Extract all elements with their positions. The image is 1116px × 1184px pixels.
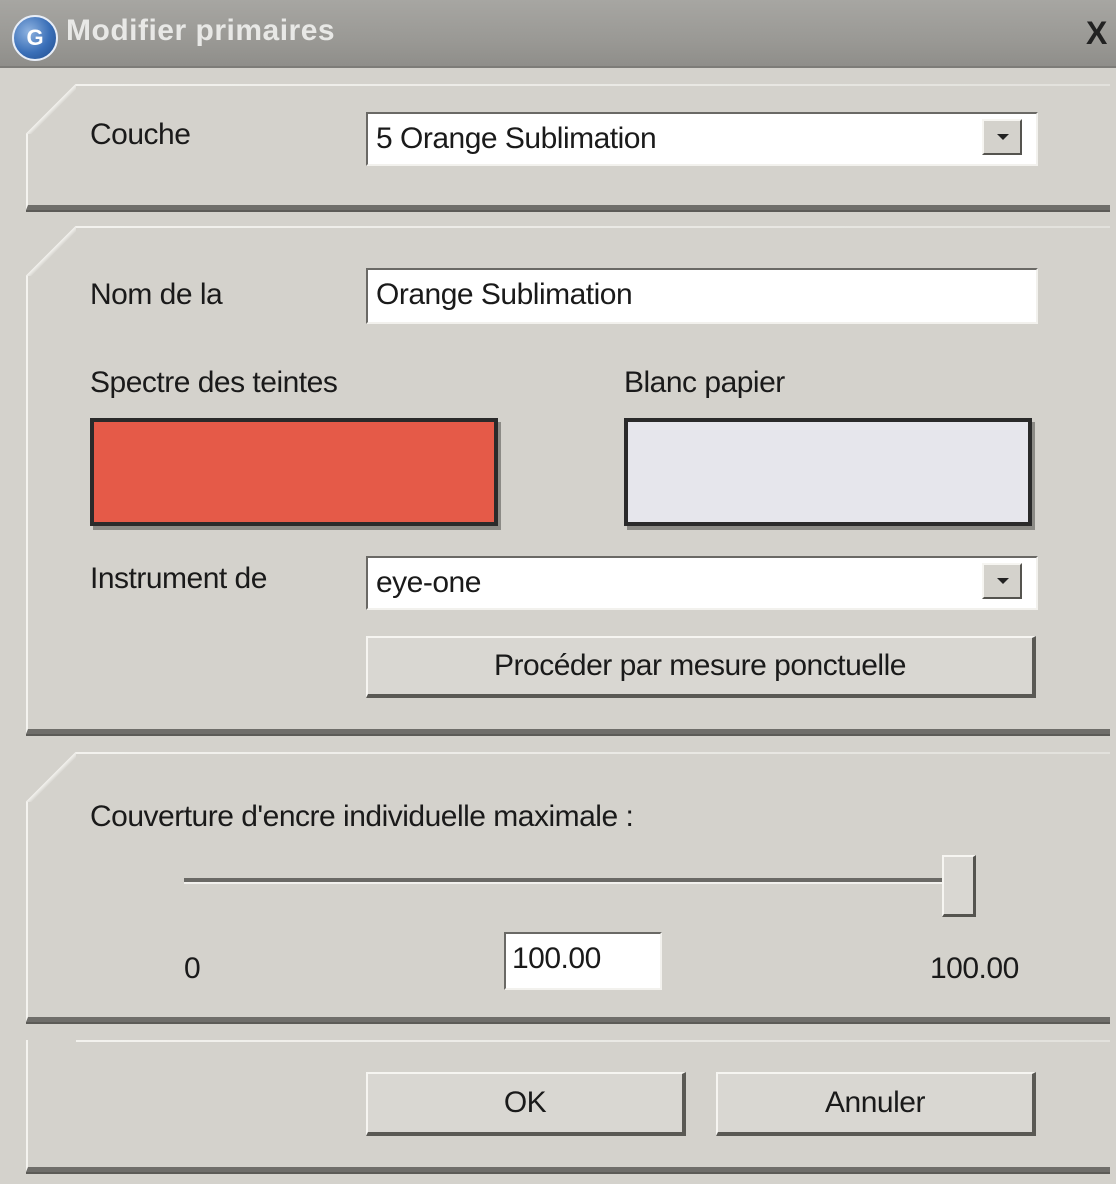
- coverage-min-label: 0: [184, 952, 201, 985]
- spectrum-swatch[interactable]: [90, 418, 498, 526]
- layer-select[interactable]: 5 Orange Sublimation: [366, 112, 1038, 166]
- coverage-slider-track[interactable]: [184, 878, 974, 884]
- spectrum-label: Spectre des teintes: [90, 366, 338, 399]
- coverage-value-input[interactable]: 100.00: [504, 932, 662, 990]
- close-button[interactable]: X: [1086, 14, 1116, 52]
- chevron-down-icon: [997, 134, 1009, 140]
- title-bar: G Modifier primaires X: [0, 0, 1116, 68]
- coverage-label: Couverture d'encre individuelle maximale…: [90, 800, 634, 833]
- layer-dropdown-button[interactable]: [982, 119, 1022, 155]
- instrument-dropdown-button[interactable]: [982, 563, 1022, 599]
- paper-white-label: Blanc papier: [624, 366, 785, 399]
- instrument-label: Instrument de: [90, 562, 267, 595]
- measure-button[interactable]: Procéder par mesure ponctuelle: [366, 636, 1036, 698]
- coverage-max-label: 100.00: [930, 952, 1019, 985]
- chevron-down-icon: [997, 578, 1009, 584]
- paper-white-swatch[interactable]: [624, 418, 1032, 526]
- instrument-select-value: eye-one: [376, 566, 481, 599]
- coverage-slider-thumb[interactable]: [942, 855, 976, 917]
- ok-button[interactable]: OK: [366, 1072, 686, 1136]
- ink-name-label: Nom de la: [90, 278, 223, 311]
- cancel-button[interactable]: Annuler: [716, 1072, 1036, 1136]
- instrument-select[interactable]: eye-one: [366, 556, 1038, 610]
- window-title: Modifier primaires: [66, 14, 336, 47]
- layer-label: Couche: [90, 118, 191, 151]
- app-logo-icon: G: [12, 15, 58, 61]
- layer-select-value: 5 Orange Sublimation: [376, 122, 657, 155]
- ink-name-input[interactable]: Orange Sublimation: [366, 268, 1038, 324]
